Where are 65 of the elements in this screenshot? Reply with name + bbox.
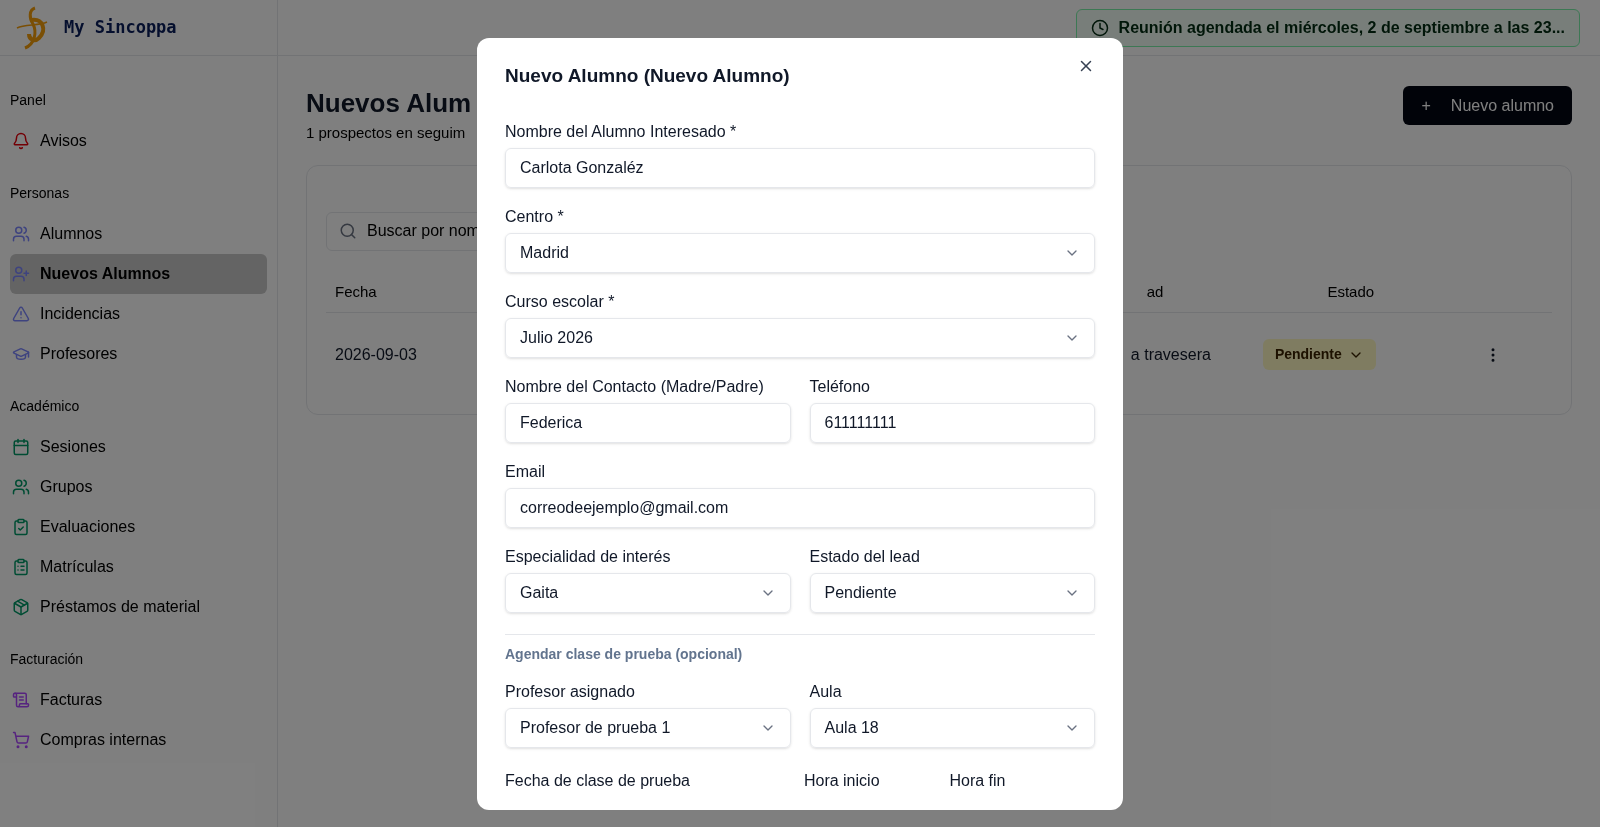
field-label: Nombre del Alumno Interesado * — [505, 122, 738, 142]
sidebar-item[interactable]: Facturas — [10, 680, 267, 720]
dialog-title: Nuevo Alumno (Nuevo Alumno) — [505, 64, 790, 88]
column-header: ad — [1146, 281, 1164, 302]
table-cell-text: 2026-09-03 — [335, 344, 417, 365]
users-icon — [12, 478, 30, 496]
section-label: Personas — [10, 184, 71, 203]
section-label: Panel — [10, 91, 47, 110]
sidebar-item[interactable]: Préstamos de material — [10, 587, 267, 627]
field-label: Aula — [809, 682, 843, 702]
section-label: Facturación — [10, 650, 85, 669]
search-icon — [339, 222, 357, 240]
select-field[interactable]: Madrid — [505, 233, 1095, 273]
clipboard-list-icon — [12, 558, 30, 576]
input-field[interactable]: Federica — [505, 403, 791, 443]
users-icon — [12, 225, 30, 243]
sidebar-item[interactable]: Incidencias — [10, 294, 267, 334]
select-field[interactable]: Gaita — [505, 573, 791, 613]
select-field[interactable]: Pendiente — [809, 573, 1095, 613]
field-label: Especialidad de interés — [505, 547, 672, 567]
section-label: Académico — [10, 397, 81, 416]
warning-icon — [12, 305, 30, 323]
clock-icon — [1090, 18, 1109, 37]
sidebar-item[interactable]: Evaluaciones — [10, 507, 267, 547]
column-header: Estado — [1327, 281, 1375, 302]
sidebar-item[interactable]: Profesores — [10, 334, 267, 374]
field-label: Hora inicio — [803, 772, 880, 789]
sidebar-item[interactable]: Sesiones — [10, 427, 267, 467]
field-label: Nombre del Contacto (Madre/Padre) — [505, 377, 765, 397]
banner-text: Reunión agendada el miércoles, 2 de septiembre a las 23... — [1118, 17, 1565, 38]
column-header: Fecha — [335, 281, 377, 302]
sidebar-item[interactable]: Grupos — [10, 467, 267, 507]
section-heading: Agendar clase de prueba (opcional) — [505, 645, 744, 663]
select-field[interactable]: Profesor de prueba 1 — [505, 708, 791, 748]
clipboard-check-icon — [12, 518, 30, 536]
cart-icon — [12, 731, 30, 749]
input-field[interactable]: Carlota Gonzaléz — [505, 148, 1095, 188]
select-field[interactable]: Aula 18 — [809, 708, 1095, 748]
sidebar-item[interactable]: Compras internas — [10, 720, 267, 760]
sidebar-item[interactable]: Matrículas — [10, 547, 267, 587]
graduation-cap-icon — [12, 345, 30, 363]
calendar-icon — [12, 438, 30, 456]
field-label: Fecha de clase de prueba — [505, 772, 690, 789]
field-label: Curso escolar * — [505, 292, 616, 312]
page-subtitle: 1 prospectos en seguim — [306, 123, 467, 143]
field-label: Email — [505, 462, 546, 482]
brand-name: My Sincoppa — [64, 15, 177, 39]
input-field[interactable]: correodeejemplo@gmail.com — [505, 488, 1095, 528]
sidebar-item[interactable]: Avisos — [10, 121, 267, 161]
scroll-icon — [12, 691, 30, 709]
status-dropdown[interactable]: Pendiente — [1262, 339, 1376, 370]
field-label: Estado del lead — [809, 547, 921, 567]
page-title: Nuevos Alum — [306, 87, 472, 120]
table-cell-text: a travesera — [1130, 344, 1211, 365]
package-icon — [12, 598, 30, 616]
new-student-button[interactable]: + Nuevo alumno — [1403, 86, 1572, 125]
bell-icon — [12, 132, 30, 150]
select-field[interactable]: Julio 2026 — [505, 318, 1095, 358]
sidebar-item[interactable]: Nuevos Alumnos — [10, 254, 267, 294]
field-label: Profesor asignado — [505, 682, 636, 702]
input-field[interactable]: 611111111 — [809, 403, 1095, 443]
sidebar-item[interactable]: Alumnos — [10, 214, 267, 254]
field-label: Hora fin — [949, 772, 1006, 789]
user-plus-icon — [12, 265, 30, 283]
field-label: Teléfono — [809, 377, 871, 397]
